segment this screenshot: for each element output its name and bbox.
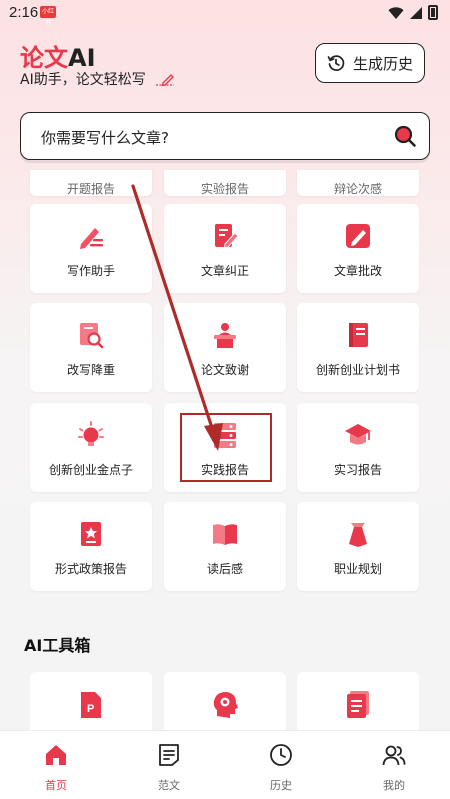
- feature-card-business-plan[interactable]: 创新创业计划书: [297, 303, 419, 392]
- app-title-accent: 论文: [20, 44, 68, 72]
- feature-card-partial-2[interactable]: 实验报告: [164, 170, 286, 196]
- nav-label-home: 首页: [45, 779, 67, 792]
- history-button[interactable]: 生成历史: [315, 43, 425, 83]
- svg-text:P: P: [87, 703, 94, 715]
- nav-item-profile[interactable]: 我的: [364, 743, 424, 793]
- history-icon: [327, 55, 345, 71]
- wifi-icon: [388, 6, 404, 19]
- lightbulb-icon: [78, 421, 104, 446]
- star-doc-icon: [81, 522, 101, 546]
- feature-label: 实习报告: [333, 463, 382, 477]
- feature-label: 文章纠正: [200, 264, 249, 278]
- home-icon: [46, 745, 66, 765]
- nav-item-history[interactable]: 历史: [251, 743, 311, 793]
- template-icon: [159, 744, 179, 766]
- feature-label: 创新创业计划书: [315, 363, 400, 377]
- graduation-cap-icon: [345, 424, 371, 445]
- feature-label: 改写降重: [66, 363, 115, 377]
- pencil-lines-icon: [80, 228, 103, 249]
- pencil-icon: [155, 74, 174, 86]
- doc-edit-icon: [215, 224, 239, 249]
- clock-icon: [270, 744, 292, 766]
- nav-label-templates: 范文: [158, 779, 180, 792]
- podium-icon: [214, 323, 236, 348]
- feature-card-article-grading[interactable]: 文章批改: [297, 204, 419, 293]
- feature-card-internship-report[interactable]: 实习报告: [297, 403, 419, 492]
- check-edit-icon: [346, 224, 370, 248]
- feature-card-partial-3[interactable]: 辩论次感: [297, 170, 419, 196]
- status-time: 2:16: [9, 4, 39, 21]
- nav-label-profile: 我的: [383, 779, 405, 792]
- feature-card-policy-report[interactable]: 形式政策报告: [30, 502, 152, 591]
- tie-icon: [349, 523, 367, 547]
- app-subtitle: AI助手，论文轻松写: [20, 69, 176, 89]
- ppt-icon: P: [81, 692, 101, 718]
- feature-card-practice-report[interactable]: 实践报告: [164, 403, 286, 492]
- feature-card-partial-1[interactable]: 开题报告: [30, 170, 152, 196]
- status-bar: 2:16 小红书: [0, 0, 450, 27]
- notification-badge: 小红书: [40, 6, 56, 27]
- feature-label: 实践报告: [200, 463, 249, 477]
- feature-label: 论文致谢: [200, 363, 249, 377]
- nav-item-home[interactable]: 首页: [26, 743, 86, 793]
- app-subtitle-text: AI助手，论文轻松写: [20, 72, 146, 88]
- search-placeholder: 你需要写什么文章?: [41, 129, 169, 147]
- bottom-nav: 首页 范文 历史 我的: [0, 730, 450, 799]
- feature-label: 读后感: [206, 562, 243, 576]
- brain-head-icon: [213, 692, 238, 718]
- feature-card-thesis-thanks[interactable]: 论文致谢: [164, 303, 286, 392]
- open-book-icon: [213, 524, 237, 545]
- feature-card-article-correction[interactable]: 文章纠正: [164, 204, 286, 293]
- feature-label: 创新创业金点子: [48, 463, 133, 477]
- feature-card-rewrite[interactable]: 改写降重: [30, 303, 152, 392]
- server-icon: [214, 423, 236, 448]
- feature-card-startup-ideas[interactable]: 创新创业金点子: [30, 403, 152, 492]
- feature-label: 形式政策报告: [54, 562, 127, 576]
- feature-label: 开题报告: [66, 182, 115, 196]
- user-icon: [382, 745, 406, 766]
- feature-card-career-plan[interactable]: 职业规划: [297, 502, 419, 591]
- book-icon: [349, 323, 368, 347]
- feature-label: 辩论次感: [333, 182, 382, 196]
- ai-tools-title: AI工具箱: [24, 636, 91, 655]
- feature-label: 职业规划: [333, 562, 382, 576]
- feature-label: 实验报告: [200, 182, 249, 196]
- feature-card-book-review[interactable]: 读后感: [164, 502, 286, 591]
- doc-search-icon: [80, 323, 104, 349]
- feature-card-writing-assistant[interactable]: 写作助手: [30, 204, 152, 293]
- search-input[interactable]: 你需要写什么文章?: [20, 112, 430, 160]
- search-icon[interactable]: [393, 124, 417, 148]
- battery-icon: [428, 5, 438, 20]
- status-icons: [388, 5, 438, 20]
- app-title-rest: AI: [68, 44, 96, 72]
- history-button-label: 生成历史: [352, 54, 413, 73]
- signal-icon: [410, 6, 422, 19]
- nav-label-history: 历史: [270, 779, 292, 792]
- list-doc-icon: [347, 691, 369, 718]
- feature-label: 写作助手: [66, 264, 115, 278]
- feature-label: 文章批改: [333, 264, 382, 278]
- nav-item-templates[interactable]: 范文: [139, 743, 199, 793]
- app-title: 论文AI: [20, 38, 96, 73]
